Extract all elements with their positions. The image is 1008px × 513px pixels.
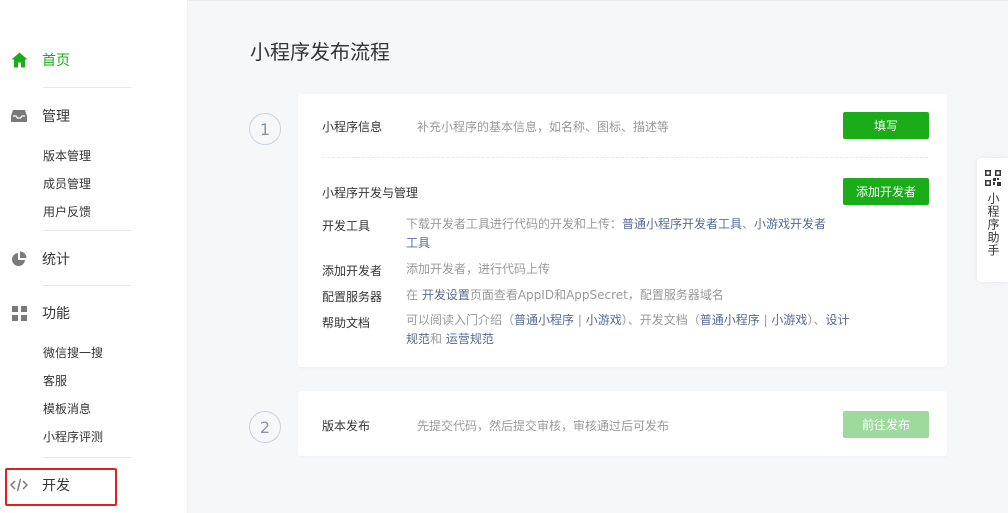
link-operation-spec[interactable]: 运营规范 — [446, 332, 494, 346]
row-val-tools: 下载开发者工具进行代码的开发和上传：普通小程序开发者工具、小游戏开发者工具 — [406, 215, 838, 253]
divider — [43, 87, 131, 88]
nav-features[interactable]: 功能 — [10, 301, 180, 325]
sidebar-item-wechat-search[interactable]: 微信搜一搜 — [43, 345, 103, 361]
nav-home-label: 首页 — [42, 53, 70, 69]
row-key-add-dev: 添加开发者 — [322, 264, 383, 278]
nav-stats-label: 统计 — [42, 252, 70, 268]
highlight-box — [5, 468, 117, 506]
row-key-help: 帮助文档 — [322, 316, 371, 330]
fill-button[interactable]: 填写 — [843, 112, 929, 139]
link-intro-minigame[interactable]: 小游戏 — [586, 313, 622, 327]
divider — [43, 457, 131, 458]
link-docs-miniprogram[interactable]: 普通小程序 — [700, 313, 760, 327]
sidebar-item-template-message[interactable]: 模板消息 — [43, 401, 91, 417]
divider — [43, 285, 131, 286]
miniprogram-assistant[interactable]: 小程序助手 — [977, 158, 1008, 282]
dev-label: 小程序开发与管理 — [322, 186, 419, 200]
link-dev-settings[interactable]: 开发设置 — [422, 288, 470, 302]
nav-manage[interactable]: 管理 — [10, 104, 180, 128]
sidebar-item-version[interactable]: 版本管理 — [43, 148, 91, 164]
pie-chart-icon — [10, 250, 28, 268]
divider — [43, 230, 131, 231]
release-label: 版本发布 — [322, 419, 371, 433]
info-desc: 补充小程序的基本信息，如名称、图标、描述等 — [417, 120, 670, 134]
info-label: 小程序信息 — [322, 120, 383, 134]
separator: 、 — [742, 217, 755, 231]
separator: | — [759, 313, 772, 327]
go-release-button[interactable]: 前往发布 — [843, 411, 929, 438]
server-text-post: 页面查看AppID和AppSecret，配置服务器域名 — [469, 288, 724, 302]
grid-icon — [10, 304, 28, 322]
nav-home[interactable]: 首页 — [10, 48, 180, 72]
row-key-server: 配置服务器 — [322, 290, 383, 304]
row-val-add-dev: 添加开发者，进行代码上传 — [406, 262, 551, 276]
help-text: 可以阅读入门介绍（ — [406, 313, 515, 327]
help-text: ）、 — [807, 313, 826, 327]
sidebar: 首页 管理 版本管理 成员管理 用户反馈 统计 功能 微信搜一搜 客服 模板消息… — [0, 0, 188, 513]
step-2-indicator: 2 — [249, 411, 281, 443]
sidebar-item-members[interactable]: 成员管理 — [43, 176, 91, 192]
inbox-icon — [10, 107, 28, 125]
nav-features-label: 功能 — [42, 306, 70, 322]
dashed-divider — [322, 157, 928, 158]
tools-text: 下载开发者工具进行代码的开发和上传： — [406, 217, 623, 231]
link-miniprogram-devtools[interactable]: 普通小程序开发者工具 — [622, 217, 742, 231]
nav-stats[interactable]: 统计 — [10, 247, 180, 271]
sidebar-item-feedback[interactable]: 用户反馈 — [43, 204, 91, 220]
add-developer-button[interactable]: 添加开发者 — [843, 178, 929, 205]
help-text: ）、开发文档（ — [621, 313, 700, 327]
sidebar-item-evaluation[interactable]: 小程序评测 — [43, 429, 103, 445]
row-key-tools: 开发工具 — [322, 219, 371, 233]
row-val-help: 可以阅读入门介绍（普通小程序 | 小游戏）、开发文档（普通小程序 | 小游戏）、… — [406, 311, 851, 349]
sidebar-item-customer-service[interactable]: 客服 — [43, 373, 67, 389]
link-intro-miniprogram[interactable]: 普通小程序 — [514, 313, 574, 327]
home-icon — [10, 51, 28, 69]
nav-manage-label: 管理 — [42, 109, 70, 125]
page-title: 小程序发布流程 — [250, 40, 390, 64]
step-1-indicator: 1 — [249, 113, 281, 145]
help-text: 和 — [430, 332, 446, 346]
qr-code-icon — [984, 170, 1001, 186]
separator: | — [574, 313, 586, 327]
link-docs-minigame[interactable]: 小游戏 — [771, 313, 807, 327]
server-text-pre: 在 — [406, 288, 422, 302]
release-desc: 先提交代码，然后提交审核，审核通过后可发布 — [417, 419, 670, 433]
assistant-label: 小程序助手 — [986, 192, 1000, 257]
row-val-server: 在 开发设置页面查看AppID和AppSecret，配置服务器域名 — [406, 286, 846, 305]
